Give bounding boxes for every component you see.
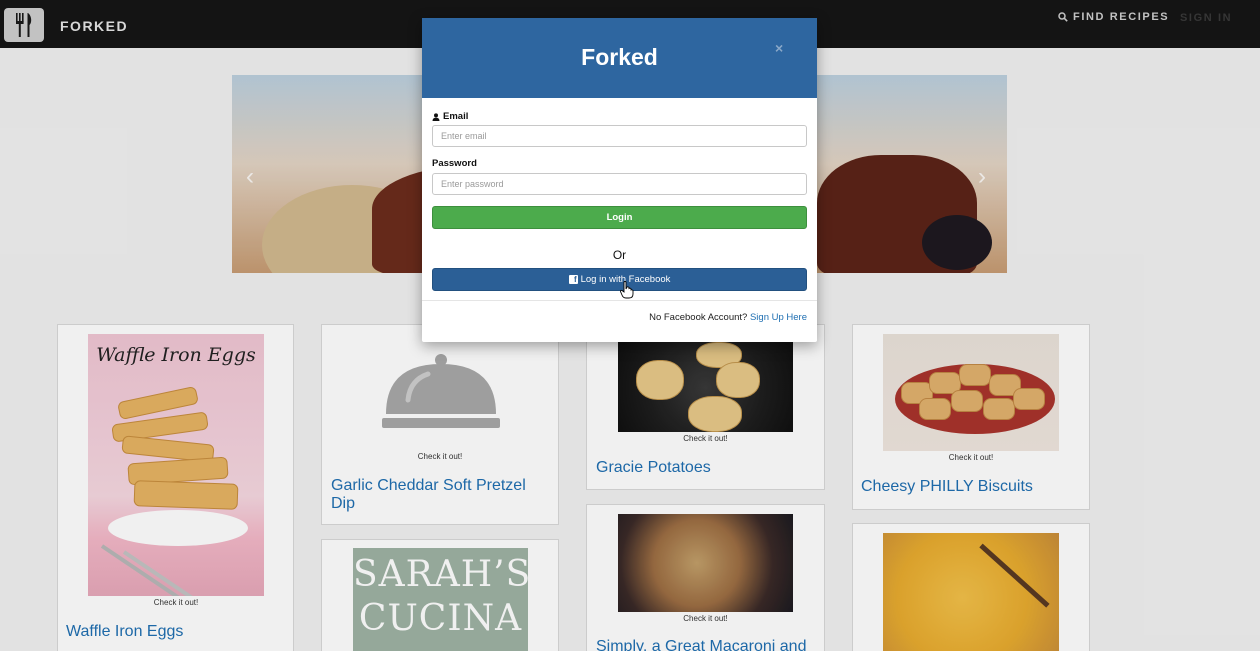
password-label: Password [432,158,477,169]
footer-prefix: No Facebook Account? [649,312,748,323]
modal-footer: No Facebook Account? Sign Up Here [649,312,807,323]
user-icon [432,112,440,121]
email-field[interactable] [432,125,807,147]
sign-up-link[interactable]: Sign Up Here [750,312,807,323]
email-label-text: Email [443,111,469,122]
modal-divider [422,300,817,301]
modal-header: Forked × [422,18,817,98]
password-field[interactable] [432,173,807,195]
login-button[interactable]: Login [432,206,807,229]
or-divider-text: Or [612,248,627,262]
facebook-icon: f [568,275,578,284]
close-icon[interactable]: × [775,40,783,56]
modal-title: Forked [581,44,658,70]
password-label-text: Password [432,158,477,169]
email-label: Email [432,111,468,122]
hand-cursor-icon [620,281,634,299]
